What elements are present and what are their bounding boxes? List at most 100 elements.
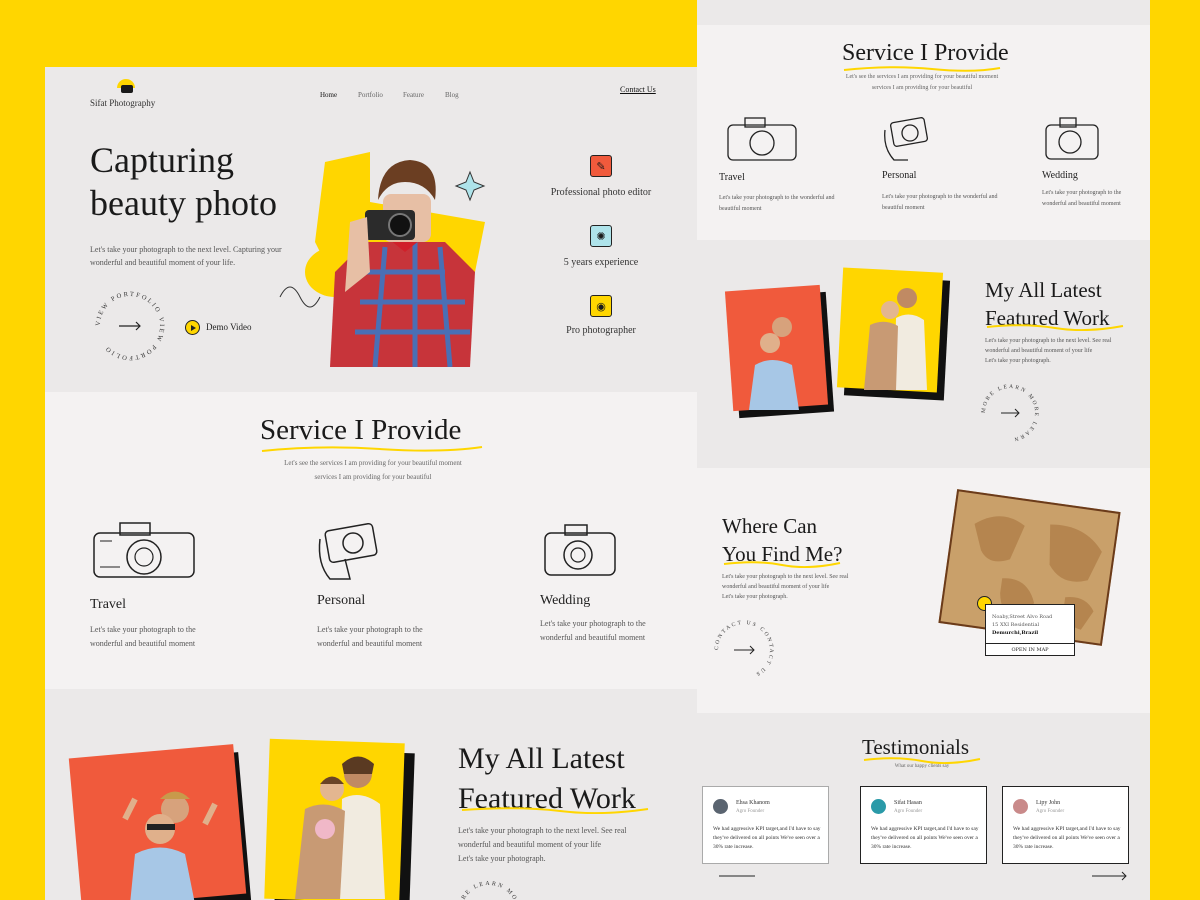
nav-blog[interactable]: Blog — [445, 91, 459, 99]
arrow-right-icon — [1001, 408, 1020, 418]
nav-home[interactable]: Home — [320, 91, 337, 99]
title-underline — [461, 807, 649, 814]
main-landing-page: Sifat Photography Home Portfolio Feature… — [45, 67, 700, 900]
service-travel-name: Travel — [719, 172, 745, 183]
learn-more-ring[interactable]: MORE LEARN MORE LEARN — [979, 382, 1041, 444]
featured-work-description: Let's take your photograph to the next l… — [458, 824, 658, 866]
title-underline — [261, 446, 483, 452]
logo-text[interactable]: Sifat Photography — [90, 98, 155, 108]
contact-us-link[interactable]: Contact Us — [620, 85, 656, 94]
ring-text: CONTACT US CONTACT US — [714, 620, 772, 678]
services-subtitle-line1: Let's see the services I am providing fo… — [845, 74, 999, 80]
address-line1: Noaby,Street Alvo Road — [992, 614, 1053, 620]
testimonial-role: Agro Founder — [894, 809, 923, 814]
couple-wedding-image — [864, 288, 927, 390]
demo-video-button[interactable]: Demo Video — [206, 322, 252, 332]
featured-work-section: My All Latest Featured Work Let's take y… — [697, 240, 1150, 468]
address-text: Noaby,Street Alvo Road 15 XXI Residentia… — [992, 613, 1052, 637]
title-underline — [986, 324, 1124, 331]
featured-work-desc-line1: Let's take your photograph to the next l… — [985, 338, 1112, 344]
services-subtitle: Let's see the services I am providing fo… — [223, 456, 523, 484]
address-line3: Demurchi,Brazil — [992, 630, 1039, 636]
testimonial-name: Lipy John — [1036, 800, 1061, 806]
services-subtitle-line1: Let's see the services I am providing fo… — [284, 459, 462, 467]
testimonial-card[interactable]: Sifat Hasan Agro Founder We had aggressi… — [860, 786, 987, 864]
services-title: Service I Provide — [842, 40, 1009, 66]
find-me-title-line1: Where Can — [722, 514, 818, 538]
testimonial-text: We had aggressive KPI target,and I'd hav… — [1013, 826, 1121, 850]
learn-more-ring[interactable]: MORE LEARN MORE LEARN — [455, 877, 525, 900]
testimonial-card[interactable]: Lipy John Agro Founder We had aggressive… — [1002, 786, 1129, 864]
service-wedding-desc: Let's take your photograph to the wonder… — [540, 619, 646, 642]
wedding-camera-icon — [1045, 117, 1099, 160]
nav-feature[interactable]: Feature — [403, 91, 424, 99]
photographer-image — [279, 152, 486, 367]
couple-wedding-image — [295, 756, 385, 899]
badge-icon: ✺ — [590, 225, 612, 247]
find-me-desc-line3: Let's take your photograph. — [722, 594, 788, 600]
avatar — [871, 799, 886, 814]
featured-work-description: Let's take your photograph to the next l… — [985, 336, 1145, 366]
arrow-right-icon — [119, 321, 141, 331]
travel-camera-icon — [727, 117, 797, 161]
testimonial-text: We had aggressive KPI target,and I'd hav… — [713, 826, 821, 850]
top-band — [697, 0, 1150, 25]
find-me-desc-line2: wonderful and beautiful moment of your l… — [722, 584, 830, 590]
arrow-right-icon[interactable] — [1090, 870, 1130, 882]
testimonial-name: Ehsa Khanom — [736, 800, 770, 806]
couple-travel-image — [749, 317, 799, 410]
services-subtitle-line2: services I am providing for your beautif… — [314, 473, 432, 481]
testimonial-role: Agro Founder — [1036, 809, 1065, 814]
personal-camera-icon — [318, 522, 378, 580]
open-in-map-button[interactable]: OPEN IN MAP — [986, 643, 1074, 653]
feature-experience: 5 years experience — [563, 257, 639, 268]
view-portfolio-ring[interactable]: VIEW PORTFOLIO VIEW PORTFOLIO — [93, 289, 167, 363]
service-wedding-name: Wedding — [1042, 170, 1078, 181]
service-personal-name: Personal — [882, 170, 917, 181]
play-icon[interactable] — [185, 320, 200, 335]
feature-pro-photographer: Pro photographer — [566, 325, 636, 336]
testimonial-name: Sifat Hasan — [894, 800, 922, 806]
feature-photo-editor: Professional photo editor — [550, 187, 652, 198]
featured-work-section: My All Latest Featured Work Let's take y… — [45, 689, 700, 900]
address-card: Noaby,Street Alvo Road 15 XXI Residentia… — [985, 604, 1075, 656]
title-underline — [723, 561, 841, 568]
service-travel-desc: Let's take your photograph to the wonder… — [719, 195, 835, 212]
avatar — [713, 799, 728, 814]
services-title: Service I Provide — [260, 414, 462, 446]
nav-portfolio[interactable]: Portfolio — [358, 91, 383, 99]
service-personal-desc: Let's take your photograph to the wonder… — [317, 625, 423, 648]
testimonial-role: Agro Founder — [736, 809, 765, 814]
service-personal-name: Personal — [317, 593, 366, 608]
avatar — [1013, 799, 1028, 814]
svg-text:CONTACT US CONTACT US: CONTACT US CONTACT US — [714, 620, 774, 678]
featured-work-desc-line1: Let's take your photograph to the next l… — [458, 826, 627, 835]
arrow-left-icon[interactable] — [717, 870, 757, 882]
logo-camera-icon — [121, 85, 133, 93]
featured-work-desc-line2: wonderful and beautiful moment of your l… — [985, 348, 1093, 354]
ring-text: MORE LEARN MORE LEARN — [455, 877, 519, 900]
brush-icon: ✎ — [590, 155, 612, 177]
arrow-right-icon — [734, 645, 755, 655]
service-travel-desc: Let's take your photograph to the wonder… — [90, 625, 196, 648]
find-me-desc-line1: Let's take your photograph to the next l… — [722, 574, 849, 580]
couple-travel-image — [122, 791, 218, 900]
featured-work-desc-line2: wonderful and beautiful moment of your l… — [458, 840, 602, 849]
travel-camera-icon — [93, 522, 195, 578]
camera-icon: ◉ — [590, 295, 612, 317]
testimonial-card[interactable]: Ehsa Khanom Agro Founder We had aggressi… — [702, 786, 829, 864]
testimonials-subtitle: What our happy clients say — [894, 764, 950, 769]
personal-camera-icon — [884, 117, 929, 161]
contact-us-ring[interactable]: CONTACT US CONTACT US — [712, 618, 776, 682]
wedding-camera-icon — [544, 524, 616, 576]
hero-section: Sifat Photography Home Portfolio Feature… — [45, 67, 700, 392]
find-me-description: Let's take your photograph to the next l… — [722, 572, 872, 602]
services-subtitle: Let's see the services I am providing fo… — [822, 72, 1022, 94]
featured-work-desc-line3: Let's take your photograph. — [458, 854, 546, 863]
service-travel-name: Travel — [90, 597, 127, 612]
featured-work-desc-line3: Let's take your photograph. — [985, 358, 1051, 364]
svg-text:MORE LEARN MORE LEARN: MORE LEARN MORE LEARN — [455, 877, 521, 900]
service-wedding-desc: Let's take your photograph to the wonder… — [1042, 190, 1122, 207]
featured-work-title-line1: My All Latest — [458, 742, 625, 775]
services-subtitle-line2: services I am providing for your beautif… — [871, 85, 973, 91]
